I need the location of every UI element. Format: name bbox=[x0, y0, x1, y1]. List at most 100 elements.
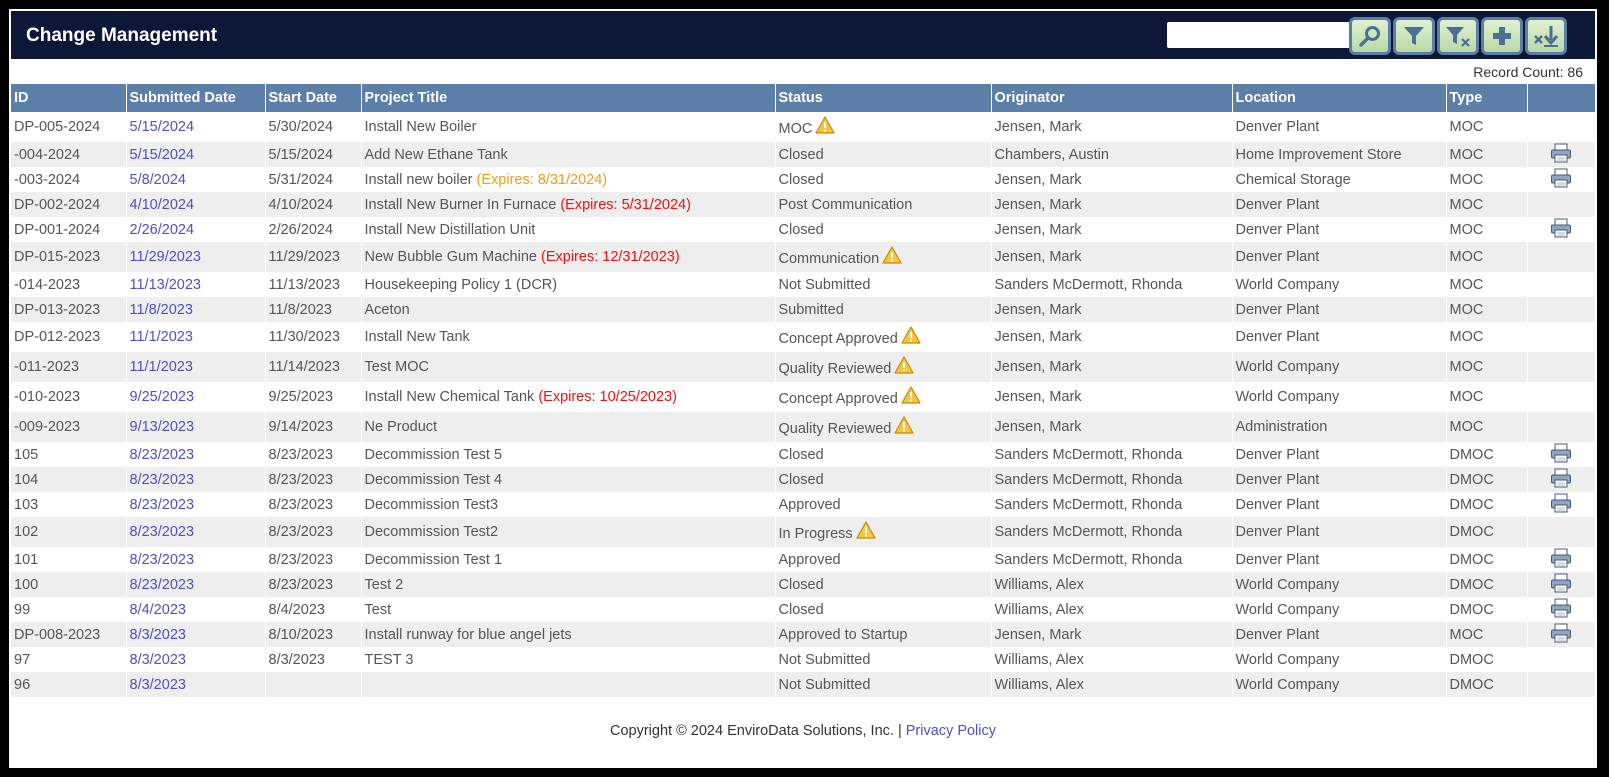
table-row[interactable]: -003-2024 5/8/2024 5/31/2024 Install new bo… bbox=[11, 167, 1595, 192]
cell-status: Communication bbox=[774, 242, 991, 272]
col-header-status[interactable]: Status bbox=[774, 84, 991, 112]
table-row[interactable]: 100 8/23/2023 8/23/2023 Test 2 Closed William… bbox=[11, 572, 1595, 597]
add-button[interactable] bbox=[1481, 17, 1523, 55]
printer-icon[interactable] bbox=[1550, 218, 1572, 242]
printer-icon[interactable] bbox=[1550, 493, 1572, 517]
cell-id: DP-001-2024 bbox=[11, 217, 126, 242]
table-row[interactable]: 96 8/3/2023 Not Submitted Williams, Alex Wor… bbox=[11, 672, 1595, 697]
submitted-date-link[interactable]: 11/1/2023 bbox=[130, 329, 193, 345]
table-row[interactable]: 97 8/3/2023 8/3/2023 TEST 3 Not Submitted Wil… bbox=[11, 647, 1595, 672]
cell-status: Closed bbox=[774, 167, 991, 192]
cell-project-title: Aceton bbox=[360, 297, 775, 322]
table-row[interactable]: 105 8/23/2023 8/23/2023 Decommission Test 5… bbox=[11, 442, 1595, 467]
status-text: Submitted bbox=[778, 301, 844, 318]
search-input[interactable] bbox=[1167, 22, 1365, 48]
submitted-date-link[interactable]: 9/25/2023 bbox=[130, 389, 195, 405]
table-row[interactable]: 99 8/4/2023 8/4/2023 Test Closed Williams, Al… bbox=[11, 597, 1595, 622]
submitted-date-link[interactable]: 8/23/2023 bbox=[130, 472, 195, 488]
table-row[interactable]: -004-2024 5/15/2024 5/15/2024 Add New Ethan… bbox=[11, 142, 1595, 167]
cell-project-title: Decommission Test 5 bbox=[360, 442, 775, 467]
printer-icon[interactable] bbox=[1550, 548, 1572, 572]
table-row[interactable]: DP-012-2023 11/1/2023 11/30/2023 Install Ne… bbox=[11, 322, 1595, 352]
status-text: Closed bbox=[778, 446, 824, 463]
cell-start-date: 8/23/2023 bbox=[264, 442, 361, 467]
submitted-date-link[interactable]: 8/23/2023 bbox=[130, 524, 195, 540]
submitted-date-link[interactable]: 11/1/2023 bbox=[130, 359, 193, 375]
clear-filter-button[interactable] bbox=[1437, 17, 1479, 55]
col-header-start-date[interactable]: Start Date bbox=[264, 84, 361, 112]
submitted-date-link[interactable]: 8/3/2023 bbox=[130, 677, 186, 693]
table-row[interactable]: DP-015-2023 11/29/2023 11/29/2023 New Bubbl… bbox=[11, 242, 1595, 272]
submitted-date-link[interactable]: 4/10/2024 bbox=[130, 197, 195, 213]
submitted-date-link[interactable]: 8/4/2023 bbox=[130, 602, 186, 618]
submitted-date-link[interactable]: 8/3/2023 bbox=[130, 652, 186, 668]
cell-actions bbox=[1526, 442, 1595, 467]
cell-originator: Sanders McDermott, Rhonda bbox=[990, 272, 1232, 297]
table-row[interactable]: DP-013-2023 11/8/2023 11/8/2023 Aceton Submi… bbox=[11, 297, 1595, 322]
cell-submitted-date: 8/23/2023 bbox=[125, 517, 265, 547]
cell-project-title: Install New Distillation Unit bbox=[360, 217, 775, 242]
submitted-date-link[interactable]: 8/23/2023 bbox=[130, 447, 195, 463]
cell-location: World Company bbox=[1231, 272, 1446, 297]
submitted-date-link[interactable]: 5/15/2024 bbox=[130, 119, 195, 135]
warning-icon bbox=[894, 356, 914, 378]
export-button[interactable] bbox=[1525, 17, 1567, 55]
printer-icon[interactable] bbox=[1550, 598, 1572, 622]
status-text: Quality Reviewed bbox=[778, 421, 892, 437]
printer-icon[interactable] bbox=[1550, 573, 1572, 597]
submitted-date-link[interactable]: 8/23/2023 bbox=[130, 497, 195, 513]
status-text: Closed bbox=[778, 221, 824, 238]
filter-button[interactable] bbox=[1393, 17, 1435, 55]
table-row[interactable]: -010-2023 9/25/2023 9/25/2023 Install New C… bbox=[11, 382, 1595, 412]
col-header-originator[interactable]: Originator bbox=[990, 84, 1232, 112]
cell-status: Submitted bbox=[774, 297, 991, 322]
cell-id: -014-2023 bbox=[11, 272, 126, 297]
cell-id: 97 bbox=[11, 647, 126, 672]
privacy-policy-link[interactable]: Privacy Policy bbox=[906, 723, 996, 739]
printer-icon[interactable] bbox=[1550, 443, 1572, 467]
col-header-submitted-date[interactable]: Submitted Date bbox=[125, 84, 265, 112]
submitted-date-link[interactable]: 8/3/2023 bbox=[130, 627, 186, 643]
printer-icon[interactable] bbox=[1550, 468, 1572, 492]
cell-project-title: Test bbox=[360, 597, 775, 622]
col-header-project-title[interactable]: Project Title bbox=[360, 84, 775, 112]
table-row[interactable]: -014-2023 11/13/2023 11/13/2023 Housekeepin… bbox=[11, 272, 1595, 297]
submitted-date-link[interactable]: 11/13/2023 bbox=[130, 277, 202, 293]
table-row[interactable]: -011-2023 11/1/2023 11/14/2023 Test MOC Qual… bbox=[11, 352, 1595, 382]
cell-submitted-date: 8/23/2023 bbox=[125, 572, 265, 597]
submitted-date-link[interactable]: 11/29/2023 bbox=[130, 249, 202, 265]
table-row[interactable]: 102 8/23/2023 8/23/2023 Decommission Test2 I… bbox=[11, 517, 1595, 547]
table-row[interactable]: DP-002-2024 4/10/2024 4/10/2024 Install New… bbox=[11, 192, 1595, 217]
cell-start-date: 5/15/2024 bbox=[264, 142, 361, 167]
col-header-id[interactable]: ID bbox=[11, 84, 126, 112]
submitted-date-link[interactable]: 8/23/2023 bbox=[130, 552, 195, 568]
submitted-date-link[interactable]: 5/15/2024 bbox=[130, 147, 195, 163]
cell-type: MOC bbox=[1445, 217, 1527, 242]
table-row[interactable]: DP-001-2024 2/26/2024 2/26/2024 Install New… bbox=[11, 217, 1595, 242]
table-row[interactable]: 103 8/23/2023 8/23/2023 Decommission Test3 A… bbox=[11, 492, 1595, 517]
submitted-date-link[interactable]: 11/8/2023 bbox=[130, 302, 193, 318]
table-row[interactable]: DP-005-2024 5/15/2024 5/30/2024 Install New… bbox=[11, 112, 1595, 142]
cell-type: MOC bbox=[1445, 322, 1527, 352]
submitted-date-link[interactable]: 2/26/2024 bbox=[130, 222, 195, 238]
cell-location: Denver Plant bbox=[1231, 622, 1446, 647]
col-header-location[interactable]: Location bbox=[1231, 84, 1446, 112]
printer-icon[interactable] bbox=[1550, 623, 1572, 647]
table-row[interactable]: -009-2023 9/13/2023 9/14/2023 Ne Product Qua… bbox=[11, 412, 1595, 442]
submitted-date-link[interactable]: 5/8/2024 bbox=[130, 172, 186, 188]
table-row[interactable]: 104 8/23/2023 8/23/2023 Decommission Test 4… bbox=[11, 467, 1595, 492]
submitted-date-link[interactable]: 9/13/2023 bbox=[130, 419, 195, 435]
table-row[interactable]: DP-008-2023 8/3/2023 8/10/2023 Install runw… bbox=[11, 622, 1595, 647]
col-header-type[interactable]: Type bbox=[1445, 84, 1527, 112]
copyright-text: Copyright © 2024 EnviroData Solutions, I… bbox=[610, 723, 902, 739]
warning-icon bbox=[856, 521, 876, 543]
printer-icon[interactable] bbox=[1550, 168, 1572, 192]
cell-id: 102 bbox=[11, 517, 126, 547]
submitted-date-link[interactable]: 8/23/2023 bbox=[130, 577, 195, 593]
cell-id: DP-013-2023 bbox=[11, 297, 126, 322]
cell-submitted-date: 8/23/2023 bbox=[125, 547, 265, 572]
status-text: MOC bbox=[778, 121, 813, 137]
printer-icon[interactable] bbox=[1550, 143, 1572, 167]
search-button[interactable] bbox=[1349, 17, 1391, 55]
table-row[interactable]: 101 8/23/2023 8/23/2023 Decommission Test 1… bbox=[11, 547, 1595, 572]
